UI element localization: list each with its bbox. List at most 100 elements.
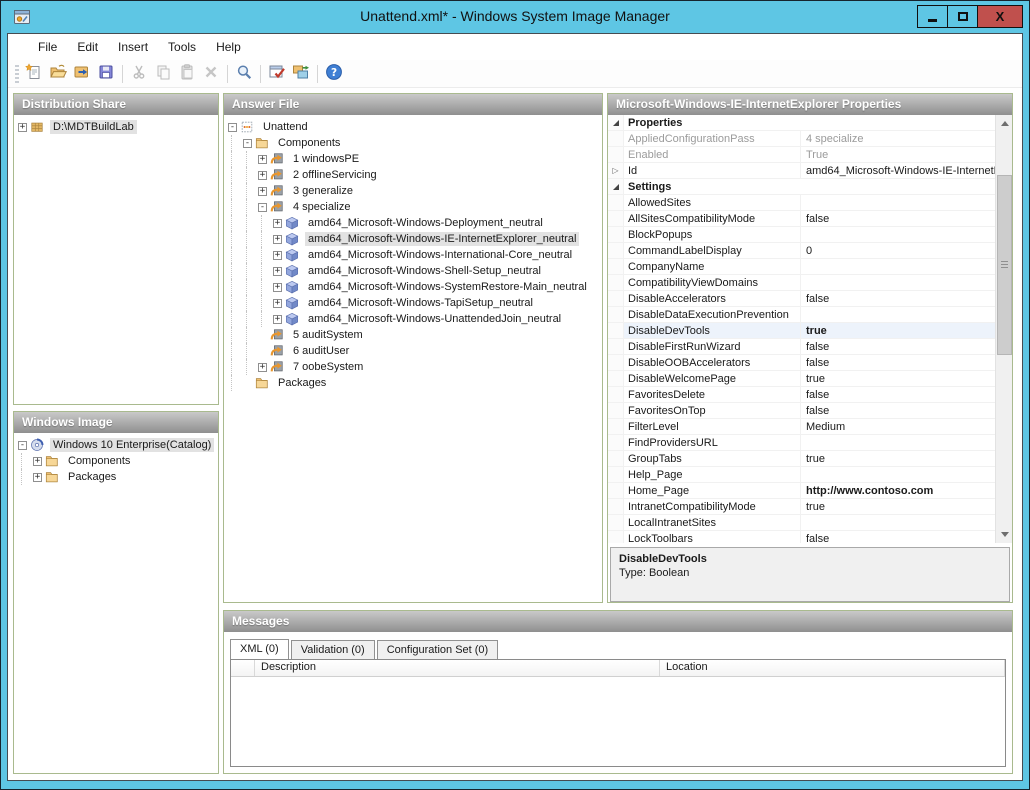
tree-item-label[interactable]: 6 auditUser — [290, 344, 352, 358]
title-bar[interactable]: Unattend.xml* - Windows System Image Man… — [1, 1, 1029, 33]
tree-item-label[interactable]: Packages — [65, 470, 119, 484]
tree-item-label[interactable]: amd64_Microsoft-Windows-SystemRestore-Ma… — [305, 280, 590, 294]
tree-item-label[interactable]: amd64_Microsoft-Windows-IE-InternetExplo… — [305, 232, 579, 246]
tree-item-label[interactable]: amd64_Microsoft-Windows-TapiSetup_neutra… — [305, 296, 536, 310]
expand-toggle-icon[interactable]: + — [258, 187, 267, 196]
menu-item-edit[interactable]: Edit — [67, 36, 108, 58]
messages-tab-validation[interactable]: Validation (0) — [291, 640, 375, 659]
collapse-toggle-icon[interactable]: - — [18, 441, 27, 450]
property-value[interactable]: false — [800, 291, 1012, 306]
category-collapse-icon[interactable] — [613, 120, 619, 126]
property-value[interactable]: true — [800, 499, 1012, 514]
menu-item-insert[interactable]: Insert — [108, 36, 158, 58]
property-value[interactable] — [800, 515, 1012, 530]
paste-button[interactable] — [175, 62, 199, 86]
expand-toggle-icon[interactable]: + — [273, 235, 282, 244]
expand-toggle-icon[interactable]: + — [273, 267, 282, 276]
tree-item-label[interactable]: Windows 10 Enterprise(Catalog) — [50, 438, 214, 452]
tree-item-label[interactable]: D:\MDTBuildLab — [50, 120, 137, 134]
expand-toggle-icon[interactable]: + — [273, 251, 282, 260]
property-value[interactable] — [800, 307, 1012, 322]
tree-item-label[interactable]: Components — [275, 136, 343, 150]
tree-item-label[interactable]: 3 generalize — [290, 184, 356, 198]
property-row[interactable]: DisableAcceleratorsfalse — [608, 291, 1012, 307]
copy-button[interactable] — [151, 62, 175, 86]
property-value[interactable]: True — [800, 147, 1012, 162]
find-button[interactable] — [232, 62, 256, 86]
property-row[interactable]: Home_Pagehttp://www.contoso.com — [608, 483, 1012, 499]
messages-tab-configuration-set[interactable]: Configuration Set (0) — [377, 640, 499, 659]
property-row[interactable]: DisableFirstRunWizardfalse — [608, 339, 1012, 355]
import-answer-file-button[interactable] — [70, 62, 94, 86]
property-row[interactable]: Settings — [608, 179, 1012, 195]
tree-item-label[interactable]: amd64_Microsoft-Windows-Deployment_neutr… — [305, 216, 546, 230]
delete-button[interactable] — [199, 62, 223, 86]
property-row[interactable]: CompanyName — [608, 259, 1012, 275]
property-value[interactable] — [800, 435, 1012, 450]
property-value[interactable]: false — [800, 339, 1012, 354]
property-value[interactable]: false — [800, 403, 1012, 418]
property-row[interactable]: DisableOOBAcceleratorsfalse — [608, 355, 1012, 371]
messages-tab-xml[interactable]: XML (0) — [230, 639, 289, 659]
expand-toggle-icon[interactable]: + — [258, 363, 267, 372]
menu-item-help[interactable]: Help — [206, 36, 251, 58]
property-grid-scrollbar[interactable] — [995, 115, 1012, 543]
property-value[interactable]: true — [800, 371, 1012, 386]
open-answer-file-button[interactable] — [46, 62, 70, 86]
tree-item-label[interactable]: Packages — [275, 376, 329, 390]
tree-item-label[interactable]: 4 specialize — [290, 200, 353, 214]
category-collapse-icon[interactable] — [613, 184, 619, 190]
expand-arrow-icon[interactable]: ▷ — [612, 167, 618, 175]
property-value[interactable]: 4 specialize — [800, 131, 1012, 146]
expand-toggle-icon[interactable]: + — [33, 473, 42, 482]
property-value[interactable]: http://www.contoso.com — [800, 483, 1012, 498]
expand-toggle-icon[interactable]: + — [273, 219, 282, 228]
property-value[interactable] — [800, 259, 1012, 274]
property-row[interactable]: FavoritesDeletefalse — [608, 387, 1012, 403]
property-row[interactable]: LocalIntranetSites — [608, 515, 1012, 531]
property-value[interactable]: Medium — [800, 419, 1012, 434]
property-row[interactable]: AllowedSites — [608, 195, 1012, 211]
tree-item-label[interactable]: 1 windowsPE — [290, 152, 362, 166]
tree-item-label[interactable]: amd64_Microsoft-Windows-Shell-Setup_neut… — [305, 264, 544, 278]
property-row[interactable]: DisableWelcomePagetrue — [608, 371, 1012, 387]
minimize-button[interactable] — [917, 5, 948, 28]
property-value[interactable] — [800, 275, 1012, 290]
tree-item-label[interactable]: amd64_Microsoft-Windows-International-Co… — [305, 248, 575, 262]
tree-item-label[interactable]: amd64_Microsoft-Windows-UnattendedJoin_n… — [305, 312, 564, 326]
property-row[interactable]: AllSitesCompatibilityModefalse — [608, 211, 1012, 227]
property-row[interactable]: FilterLevelMedium — [608, 419, 1012, 435]
property-value[interactable]: amd64_Microsoft-Windows-IE-InternetEx — [800, 163, 1012, 178]
property-value[interactable]: true — [800, 451, 1012, 466]
tree-item-label[interactable]: Unattend — [260, 120, 311, 134]
collapse-toggle-icon[interactable]: - — [243, 139, 252, 148]
property-row[interactable]: DisableDataExecutionPrevention — [608, 307, 1012, 323]
tree-item-label[interactable]: Components — [65, 454, 133, 468]
help-button[interactable]: ? — [322, 62, 346, 86]
scrollbar-thumb[interactable] — [997, 175, 1012, 355]
expand-toggle-icon[interactable]: + — [33, 457, 42, 466]
expand-toggle-icon[interactable]: + — [273, 315, 282, 324]
expand-toggle-icon[interactable]: + — [258, 155, 267, 164]
property-value[interactable]: false — [800, 531, 1012, 543]
property-row[interactable]: LockToolbarsfalse — [608, 531, 1012, 543]
property-row[interactable]: Help_Page — [608, 467, 1012, 483]
collapse-toggle-icon[interactable]: - — [228, 123, 237, 132]
tree-item-label[interactable]: 7 oobeSystem — [290, 360, 366, 374]
property-row[interactable]: IntranetCompatibilityModetrue — [608, 499, 1012, 515]
property-row[interactable]: ▷Idamd64_Microsoft-Windows-IE-InternetEx — [608, 163, 1012, 179]
menu-item-tools[interactable]: Tools — [158, 36, 206, 58]
create-configuration-set-button[interactable] — [289, 62, 313, 86]
property-row[interactable]: EnabledTrue — [608, 147, 1012, 163]
collapse-toggle-icon[interactable]: - — [258, 203, 267, 212]
expand-toggle-icon[interactable]: + — [258, 171, 267, 180]
property-row[interactable]: BlockPopups — [608, 227, 1012, 243]
property-row[interactable]: DisableDevToolstrue — [608, 323, 1012, 339]
property-value[interactable] — [800, 227, 1012, 242]
property-value[interactable] — [800, 467, 1012, 482]
tree-item-label[interactable]: 2 offlineServicing — [290, 168, 380, 182]
close-button[interactable]: X — [977, 5, 1023, 28]
new-answer-file-button[interactable] — [22, 62, 46, 86]
maximize-button[interactable] — [947, 5, 978, 28]
scroll-up-button[interactable] — [996, 115, 1013, 132]
